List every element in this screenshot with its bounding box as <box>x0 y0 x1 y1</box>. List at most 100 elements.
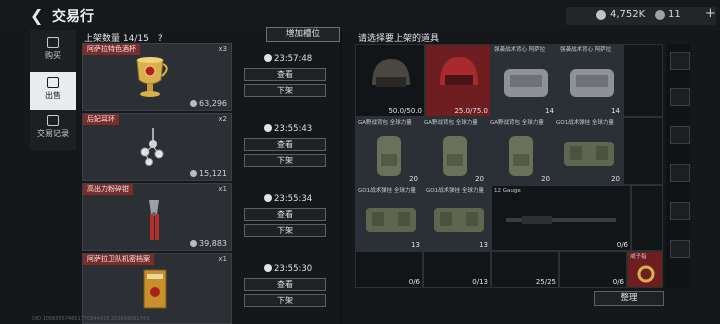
clock-icon <box>264 264 272 272</box>
item-count: 20 <box>409 175 418 183</box>
remove-button[interactable]: 下架 <box>244 154 326 167</box>
inventory-cell[interactable]: GA野战背包 全球力量 20 <box>487 117 553 185</box>
nav-buy[interactable]: 购买 <box>30 32 76 70</box>
inventory-cell[interactable]: GA野战背包 全球力量 20 <box>355 117 421 185</box>
category-tab[interactable] <box>670 164 690 182</box>
item-name: 12 Gauge <box>494 188 521 194</box>
money-amount: 4,752K <box>610 9 646 20</box>
item-count: 13 <box>411 241 420 249</box>
inventory-cell[interactable] <box>623 44 663 117</box>
remove-button[interactable]: 下架 <box>244 84 326 97</box>
item-count: 0/6 <box>408 278 420 286</box>
item-qty: x2 <box>218 115 227 123</box>
page-title: 交易行 <box>52 9 94 25</box>
shotgun-icon <box>506 216 616 224</box>
view-button[interactable]: 查看 <box>244 68 326 81</box>
item-price: 63,296 <box>190 99 227 108</box>
inventory-cell[interactable]: GO1战术弹挂 全球力量 13 <box>423 185 491 251</box>
rig-icon <box>366 208 416 232</box>
inventory-cell[interactable]: 强袭战术背心 阿萨拉 14 <box>491 44 557 117</box>
vest-icon <box>504 69 548 97</box>
pliers-icon <box>149 200 159 240</box>
listing-timer: 23:57:48 <box>264 54 312 64</box>
inventory-cell[interactable]: 戒子指 <box>627 251 663 288</box>
item-count: 14 <box>545 107 554 115</box>
listing-card[interactable]: 后妃耳环 x2 15,121 <box>82 113 232 181</box>
tag-icon <box>47 77 59 88</box>
item-count: 25/25 <box>535 278 556 286</box>
item-durability: 25.0/75.0 <box>454 107 488 115</box>
category-tab[interactable] <box>670 202 690 220</box>
inventory-cell[interactable]: GO1战术弹挂 全球力量 20 <box>553 117 623 185</box>
goblet-icon <box>136 57 168 97</box>
inventory-cell[interactable]: 25/25 <box>491 251 559 288</box>
inventory-cell[interactable]: 50.0/50.0 <box>355 44 425 117</box>
inventory-label: 请选择要上架的道具 <box>358 34 440 44</box>
listing-timer: 23:55:30 <box>264 264 312 274</box>
gem-icon <box>655 10 665 20</box>
item-name: 高出力粉碎钳 <box>83 184 133 195</box>
inventory-cell[interactable]: GO1战术弹挂 全球力量 13 <box>355 185 423 251</box>
inventory-cell[interactable]: GA野战背包 全球力量 20 <box>421 117 487 185</box>
listing-card[interactable]: 阿萨拉特色酒杯 x3 63,296 <box>82 43 232 111</box>
nav-sell[interactable]: 出售 <box>30 72 76 110</box>
inventory-cell[interactable]: 强袭战术背心 阿萨拉 14 <box>557 44 623 117</box>
category-tab[interactable] <box>670 52 690 70</box>
category-tab[interactable] <box>670 88 690 106</box>
rig-icon <box>564 142 614 166</box>
item-count: 0/6 <box>616 241 628 249</box>
item-count: 0/6 <box>612 278 624 286</box>
item-name: 强袭战术背心 阿萨拉 <box>560 47 612 53</box>
item-name: GA野战背包 全球力量 <box>358 120 412 126</box>
timer-value: 23:55:43 <box>274 124 313 134</box>
sort-button[interactable]: 整理 <box>594 291 664 306</box>
item-name: GO1战术弹挂 全球力量 <box>556 120 614 126</box>
listing-card[interactable]: 高出力粉碎钳 x1 39,883 <box>82 183 232 251</box>
rig-icon <box>434 208 484 232</box>
item-count: 20 <box>611 175 620 183</box>
category-tab[interactable] <box>670 240 690 258</box>
view-button[interactable]: 查看 <box>244 208 326 221</box>
gem-amount: 11 <box>668 9 681 20</box>
footer-uid: UID 105835574651770844416 202604061743 <box>32 316 150 322</box>
price-value: 63,296 <box>199 99 227 108</box>
item-name: 后妃耳环 <box>83 114 119 125</box>
item-price: 39,883 <box>190 239 227 248</box>
coin-icon <box>190 170 197 177</box>
inventory-cell[interactable] <box>623 117 663 185</box>
item-name: 强袭战术背心 阿萨拉 <box>494 47 546 53</box>
back-arrow-icon[interactable]: ❮ <box>30 6 46 25</box>
backpack-icon <box>377 136 401 176</box>
nav-history[interactable]: 交易记录 <box>30 110 76 148</box>
item-name: 戒子指 <box>630 254 647 260</box>
item-name: 阿萨拉特色酒杯 <box>83 44 140 55</box>
inventory-cell[interactable]: 12 Gauge 0/6 <box>491 185 631 251</box>
helmet-icon <box>440 57 478 85</box>
view-button[interactable]: 查看 <box>244 138 326 151</box>
remove-button[interactable]: 下架 <box>244 224 326 237</box>
inventory-cell[interactable] <box>631 185 663 251</box>
ring-icon <box>637 265 655 283</box>
item-count: 13 <box>479 241 488 249</box>
item-durability: 50.0/50.0 <box>388 107 422 115</box>
remove-button[interactable]: 下架 <box>244 294 326 307</box>
inventory-cell[interactable]: 25.0/75.0 <box>425 44 491 117</box>
add-slot-button[interactable]: 增加槽位 <box>266 27 340 42</box>
vest-icon <box>570 69 614 97</box>
nav-label: 购买 <box>45 51 61 60</box>
add-currency-button[interactable]: + <box>705 6 716 21</box>
view-button[interactable]: 查看 <box>244 278 326 291</box>
inventory-cell[interactable]: 0/6 <box>355 251 423 288</box>
listing-card[interactable]: 阿萨拉卫队机密档案 x1 <box>82 253 232 324</box>
item-count: 0/13 <box>472 278 488 286</box>
item-qty: x3 <box>218 45 227 53</box>
inventory-cell[interactable]: 0/13 <box>423 251 491 288</box>
listing-timer: 23:55:34 <box>264 194 312 204</box>
helmet-icon <box>372 59 410 87</box>
category-tab[interactable] <box>670 126 690 144</box>
clock-icon <box>264 194 272 202</box>
nav-label: 交易记录 <box>37 129 69 138</box>
document-icon <box>143 269 167 309</box>
item-count: 20 <box>541 175 550 183</box>
inventory-cell[interactable]: 0/6 <box>559 251 627 288</box>
